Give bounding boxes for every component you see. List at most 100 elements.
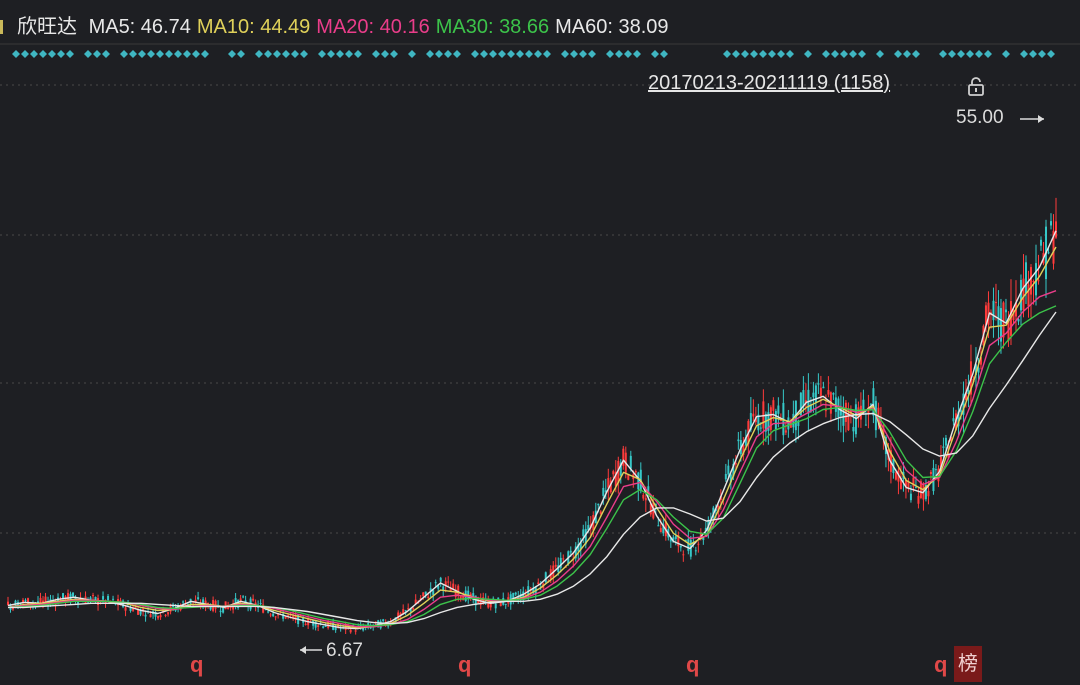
price-bar-body [687,538,690,551]
price-bar-body [167,612,170,615]
signal-diamond [507,50,515,58]
price-bar-body [724,473,727,480]
signal-diamond [741,50,749,58]
signal-diamond [426,50,434,58]
ma-line-ma5 [7,230,1057,630]
signal-diamond [264,50,272,58]
price-bar-body [1047,252,1050,254]
signal-diamond [516,50,524,58]
signal-diamond [282,50,290,58]
price-bar-body [252,598,255,601]
ranking-badge[interactable]: 榜 [954,646,982,682]
signal-diamond [237,50,245,58]
signal-diamond [147,50,155,58]
event-marker-q[interactable]: q [934,652,947,678]
price-bar-body [727,465,730,475]
signal-diamond [975,50,983,58]
price-bar-body [694,550,697,552]
grid-lines [0,43,1080,534]
price-bar-body [554,564,557,567]
signal-diamond [381,50,389,58]
annotation-arrows [300,115,1044,654]
signal-diamond [444,50,452,58]
date-range-label[interactable]: 20170213-20211119 (1158) [648,72,890,95]
price-bar-body [219,610,222,613]
price-bar-body [784,430,787,433]
price-bar-body [959,410,962,412]
candlestick-chart[interactable] [0,0,1080,685]
price-bar-body [422,592,425,597]
price-bar-body [164,614,167,616]
price-bar-body [439,577,442,582]
signal-diamond [912,50,920,58]
price-bar-body [759,427,762,429]
price-bar-body [1055,221,1057,238]
price-bar-body [817,383,820,385]
price-bar-body [827,389,830,395]
price-bar-body [679,546,682,548]
signal-diamond [408,50,416,58]
signal-diamond [624,50,632,58]
signal-diamond [957,50,965,58]
ma-line-ma10 [7,246,1057,629]
signal-diamond [777,50,785,58]
signal-diamond [903,50,911,58]
signal-diamond [732,50,740,58]
signal-diamond [354,50,362,58]
signal-diamond [498,50,506,58]
price-bar-body [997,306,1000,327]
signal-diamond [588,50,596,58]
price-bar-body [774,411,777,430]
price-bar-body [894,472,897,480]
signal-diamond [948,50,956,58]
price-bar-body [102,596,105,600]
event-marker-q[interactable]: q [190,652,203,678]
price-bar-body [1027,284,1030,307]
price-bar-body [737,439,740,442]
price-bar-body [992,300,995,321]
signal-diamond [300,50,308,58]
signal-diamond [840,50,848,58]
signal-diamond [372,50,380,58]
price-bar-body [182,601,185,603]
signal-diamond [939,50,947,58]
signal-diamond [66,50,74,58]
price-bar-body [404,610,407,612]
signal-diamond [21,50,29,58]
max-arrow-head [1038,115,1044,123]
signal-diamond [759,50,767,58]
price-bar-body [434,582,437,584]
price-bar-body [432,590,435,595]
price-bar-body [659,528,662,533]
signal-diamond [723,50,731,58]
price-bar-body [459,596,462,599]
price-bar-body [537,582,540,585]
signal-diamond [615,50,623,58]
price-bar-body [909,493,912,501]
signal-diamond [138,50,146,58]
price-bar-body [62,593,65,599]
price-bar-body [7,601,9,605]
price-bar-body [112,598,115,600]
event-marker-q[interactable]: q [458,652,471,678]
signal-diamond [822,50,830,58]
signal-diamond [156,50,164,58]
price-bar-body [697,543,700,545]
event-marker-q[interactable]: q [686,652,699,678]
price-bar-body [224,601,227,610]
price-bar-body [1037,280,1040,282]
price-bar-body [324,625,327,627]
price-bar-body [304,623,307,625]
signal-diamond [471,50,479,58]
legend-item-ma10: MA10: 44.49 [196,16,311,38]
price-bar-body [602,487,605,496]
price-bar-body [944,437,947,446]
signal-diamond [876,50,884,58]
price-bar-body [612,471,615,475]
legend-items: MA5: 46.74 MA10: 44.49 MA20: 40.16 MA30: 38… [89,16,675,38]
price-bars [7,197,1057,635]
signal-diamond [174,50,182,58]
signal-diamond [480,50,488,58]
signal-diamond [849,50,857,58]
lock-icon[interactable] [966,76,986,96]
